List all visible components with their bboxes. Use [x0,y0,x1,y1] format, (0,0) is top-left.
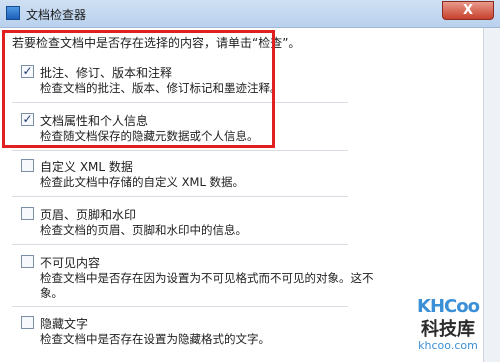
item-title: 隐藏文字 [40,317,89,331]
watermark-logo: KHCoo [417,296,480,317]
checkbox-properties[interactable]: ✓ [21,113,34,126]
checkbox-invisible[interactable] [21,255,34,268]
divider [12,306,348,307]
watermark: KHCoo 科技库 khcoo.com [398,296,498,360]
item-desc: 检查文档的批注、版本、修订标记和墨迹注释。 [40,81,282,95]
divider [12,150,348,151]
item-desc: 检查文档中是否存在设置为隐藏格式的文字。 [40,332,270,346]
app-icon [6,6,20,20]
item-title: 批注、修订、版本和注释 [40,66,173,80]
item-title: 不可见内容 [40,256,101,270]
instruction-text: 若要检查文档中是否存在选择的内容，请单击“检查”。 [12,36,301,50]
checkbox-xml[interactable] [21,159,34,172]
item-title: 自定义 XML 数据 [40,160,133,174]
divider [12,196,348,197]
check-icon: ✓ [22,112,33,126]
watermark-cn: 科技库 [421,319,475,340]
watermark-url: khcoo.com [418,339,478,352]
divider [12,102,348,103]
title-bar: 文档检查器 X [0,0,500,28]
item-desc: 检查文档的页眉、页脚和水印中的信息。 [40,223,247,237]
checkbox-headers[interactable] [21,207,34,220]
item-desc: 检查文档中是否存在因为设置为不可见格式而不可见的对象。这不 [40,271,374,285]
checkbox-comments[interactable]: ✓ [21,65,34,78]
window-title: 文档检查器 [26,8,87,22]
checkbox-hidden-text[interactable] [21,316,34,329]
item-desc: 检查随文档保存的隐藏元数据或个人信息。 [40,129,259,143]
item-title: 文档属性和个人信息 [40,114,149,128]
divider [12,244,348,245]
close-button[interactable]: X [442,1,494,20]
item-desc: 检查此文档中存储的自定义 XML 数据。 [40,175,245,189]
item-desc-cont: 象。 [40,286,63,300]
check-icon: ✓ [22,64,33,78]
item-title: 页眉、页脚和水印 [40,208,137,222]
